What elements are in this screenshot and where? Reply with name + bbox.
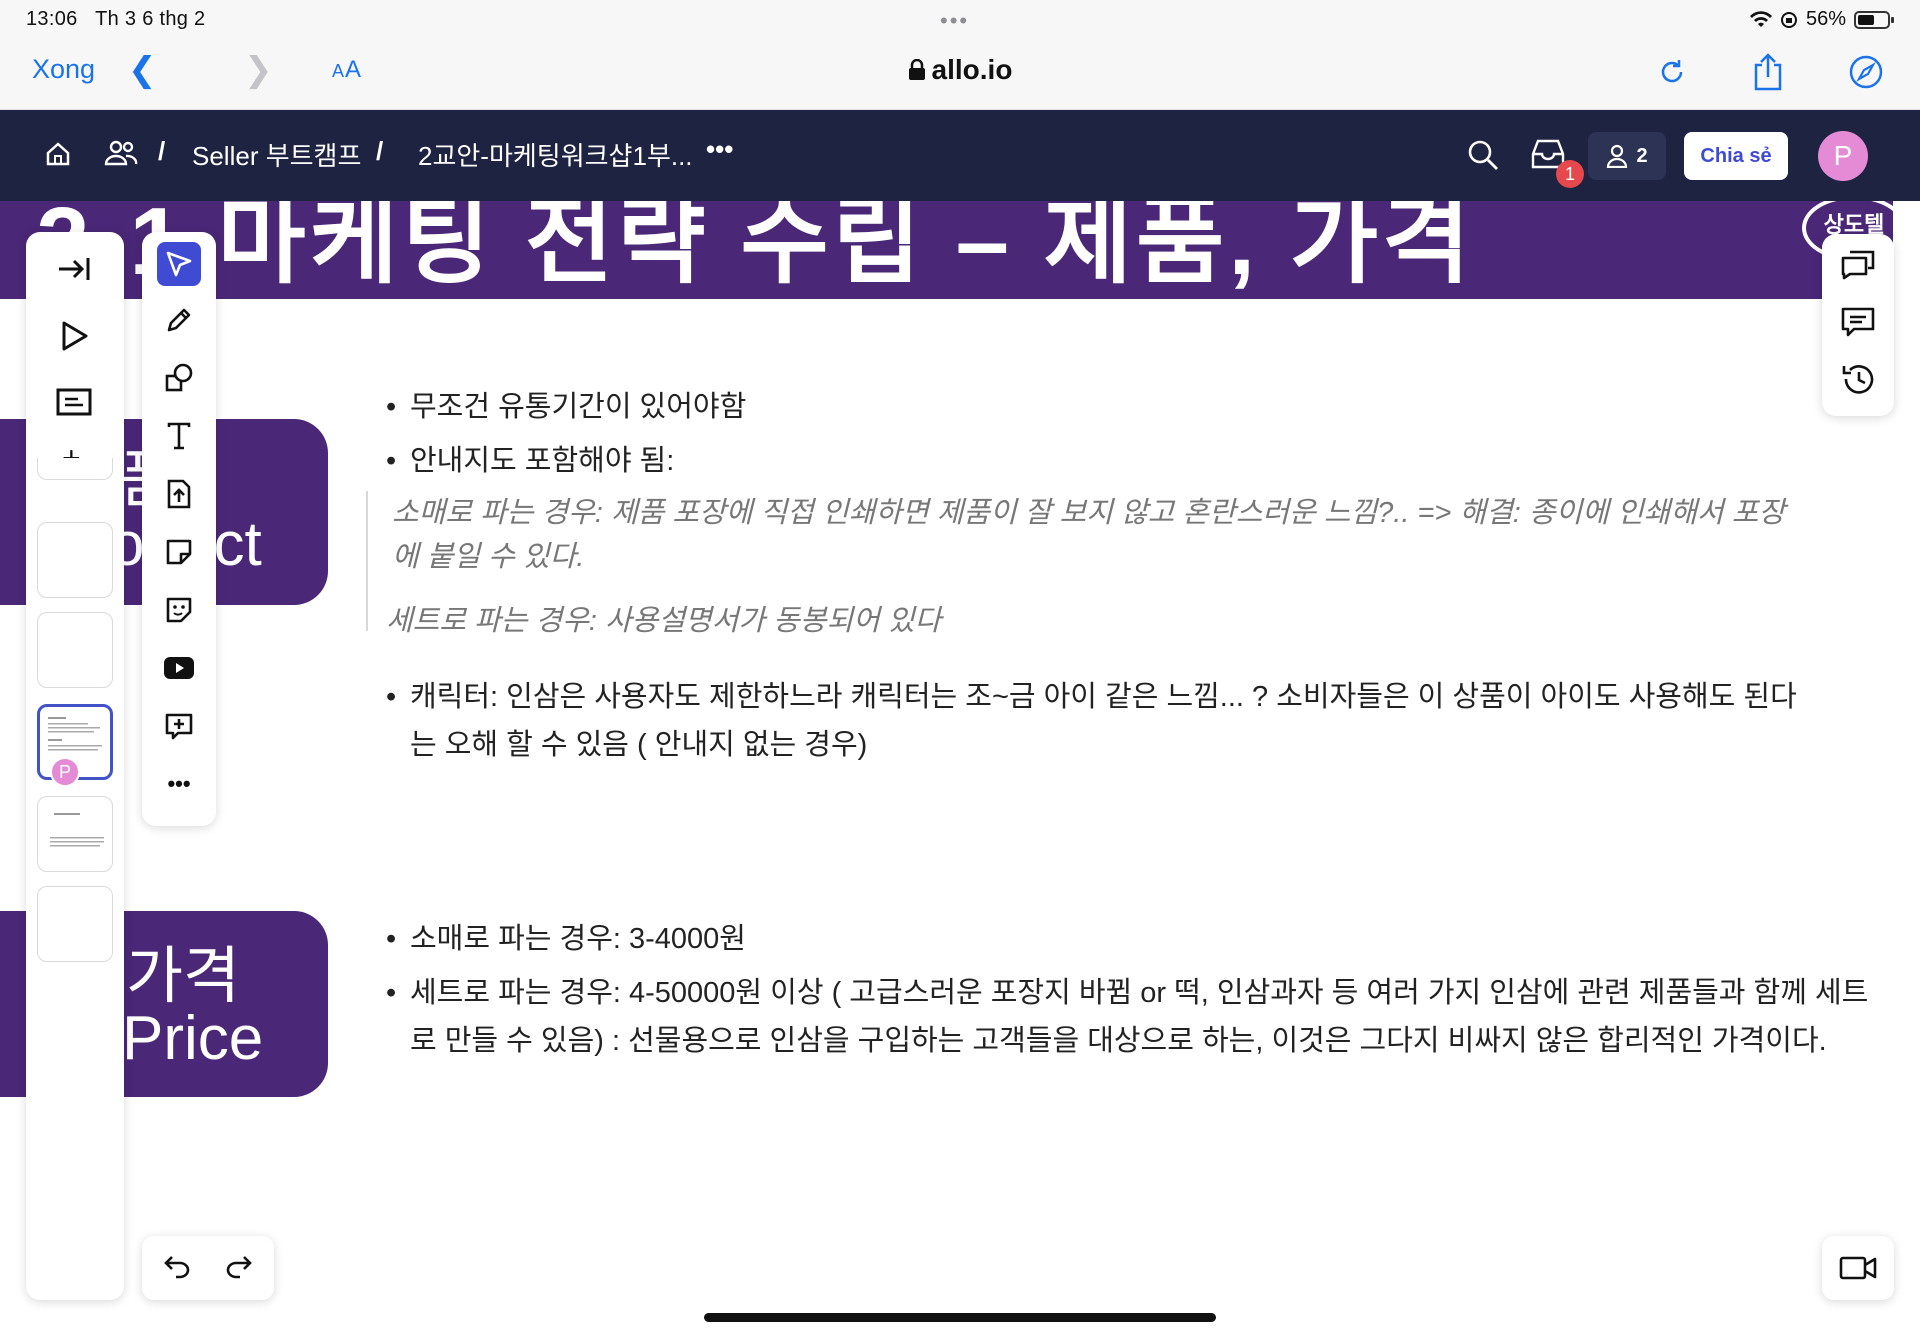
wifi-icon: [1749, 10, 1772, 27]
undo-redo-panel: [142, 1236, 274, 1300]
compass-icon[interactable]: [1846, 52, 1886, 92]
page-thumbnail[interactable]: [37, 612, 113, 688]
upload-tool-icon[interactable]: [157, 472, 201, 516]
breadcrumb-separator: /: [158, 136, 166, 166]
list-item: • 캐릭터: 인삼은 사용자도 제한하느라 캐릭터는 조~금 아이 같은 느낌..…: [386, 681, 1797, 761]
list-item: • 세트로 파는 경우: 4-50000원 이상 ( 고급스러운 포장지 바뀜 …: [386, 977, 1869, 1057]
page-preview: [50, 813, 104, 847]
right-panel: [1822, 234, 1894, 416]
members-count: 2: [1636, 144, 1648, 167]
status-right: 56%: [1749, 8, 1894, 31]
status-time: 13:06 Th 3 6 thg 2: [26, 8, 206, 30]
page-avatar: P: [50, 757, 80, 787]
character-bullet-list: • 캐릭터: 인삼은 사용자도 제한하느라 캐릭터는 조~금 아이 같은 느낌..…: [386, 673, 1810, 769]
breadcrumb-team[interactable]: Seller 부트캠프: [192, 136, 361, 173]
page-thumbnail[interactable]: [37, 886, 113, 962]
slide-title: 2-1 마케팅 전략 수립 – 제품, 가격: [36, 201, 1475, 295]
home-indicator: [704, 1313, 1216, 1322]
tools-panel: •••: [142, 232, 216, 826]
app-header: / Seller 부트캠프 / 2교안-마케팅워크샵1부... ••• 1 2 …: [0, 110, 1920, 201]
video-call-button[interactable]: [1822, 1236, 1894, 1300]
more-options-button[interactable]: •••: [706, 134, 733, 165]
browser-toolbar: Xong ❮ ❯ AA allo.io: [0, 40, 1920, 110]
price-label-en: Price: [122, 1004, 264, 1073]
orientation-lock-icon: [1780, 11, 1797, 28]
quote-line-set: 세트로 파는 경우: 사용설명서가 동봉되어 있다: [386, 605, 942, 637]
frames-icon[interactable]: [56, 388, 92, 421]
redo-icon[interactable]: [224, 1254, 254, 1285]
status-bar: 13:06 Th 3 6 thg 2 ••• 56%: [0, 0, 1920, 40]
page-thumbnail[interactable]: [37, 522, 113, 598]
history-icon[interactable]: [1840, 362, 1876, 401]
share-button[interactable]: Chia sẻ: [1684, 132, 1788, 180]
battery-icon: [1854, 10, 1894, 29]
page-thumbnail[interactable]: [37, 796, 113, 872]
price-label-ko: 가격: [126, 942, 241, 1011]
whiteboard-canvas[interactable]: 2-1 마케팅 전략 수립 – 제품, 가격 상도텔 제품 Product 가격…: [0, 201, 1920, 1334]
shapes-tool-icon[interactable]: [157, 356, 201, 400]
address-bar[interactable]: allo.io: [0, 54, 1920, 86]
breadcrumb-document[interactable]: 2교안-마케팅워크샵1부...: [418, 136, 693, 173]
team-icon[interactable]: [104, 138, 138, 173]
share-icon[interactable]: [1748, 52, 1788, 92]
text-tool-icon[interactable]: [157, 414, 201, 458]
search-icon[interactable]: [1466, 138, 1500, 177]
list-item: • 무조건 유통기간이 있어야함: [386, 391, 747, 423]
user-icon: [1607, 144, 1628, 168]
slide-banner: 2-1 마케팅 전략 수립 – 제품, 가격 상도텔: [0, 201, 1893, 299]
page-thumbnail-active[interactable]: P: [37, 704, 113, 787]
avatar[interactable]: P: [1818, 131, 1868, 181]
list-item: • 소매로 파는 경우: 3-4000원: [386, 923, 746, 955]
collapse-panel-icon[interactable]: [56, 254, 92, 289]
price-bullet-list: • 소매로 파는 경우: 3-4000원 • 세트로 파는 경우: 4-50000…: [386, 915, 1874, 1065]
notification-badge: 1: [1556, 160, 1584, 188]
list-item: • 안내지도 포함해야 됨:: [386, 445, 675, 477]
battery-percent: 56%: [1805, 8, 1846, 30]
reload-icon[interactable]: [1652, 52, 1692, 92]
video-camera-icon: [1839, 1256, 1877, 1280]
quote-line-retail: 소매로 파는 경우: 제품 포장에 직접 인쇄하면 제품이 잘 보지 않고 혼란…: [392, 497, 1786, 573]
product-quote: 소매로 파는 경우: 제품 포장에 직접 인쇄하면 제품이 잘 보지 않고 혼란…: [366, 491, 1800, 637]
chat-icon[interactable]: [1840, 248, 1876, 285]
page-thumbnail[interactable]: [37, 458, 113, 480]
home-icon[interactable]: [44, 140, 72, 173]
lock-icon: [908, 58, 925, 80]
more-tools-icon[interactable]: •••: [157, 762, 201, 806]
sticky-note-tool-icon[interactable]: [157, 530, 201, 574]
breadcrumb-separator: /: [376, 136, 384, 166]
members-button[interactable]: 2: [1588, 132, 1666, 180]
multitask-dots[interactable]: •••: [940, 8, 969, 34]
present-icon[interactable]: [60, 320, 90, 357]
select-tool-icon[interactable]: [157, 242, 201, 286]
comments-icon[interactable]: [1840, 306, 1876, 343]
pen-tool-icon[interactable]: [157, 298, 201, 342]
video-embed-tool-icon[interactable]: [157, 646, 201, 690]
add-frame-tool-icon[interactable]: [157, 704, 201, 748]
product-bullet-list: • 무조건 유통기간이 있어야함 • 안내지도 포함해야 됨:: [386, 383, 1810, 491]
pages-panel: + P: [26, 232, 124, 1300]
sticker-tool-icon[interactable]: [157, 588, 201, 632]
undo-icon[interactable]: [162, 1254, 192, 1285]
